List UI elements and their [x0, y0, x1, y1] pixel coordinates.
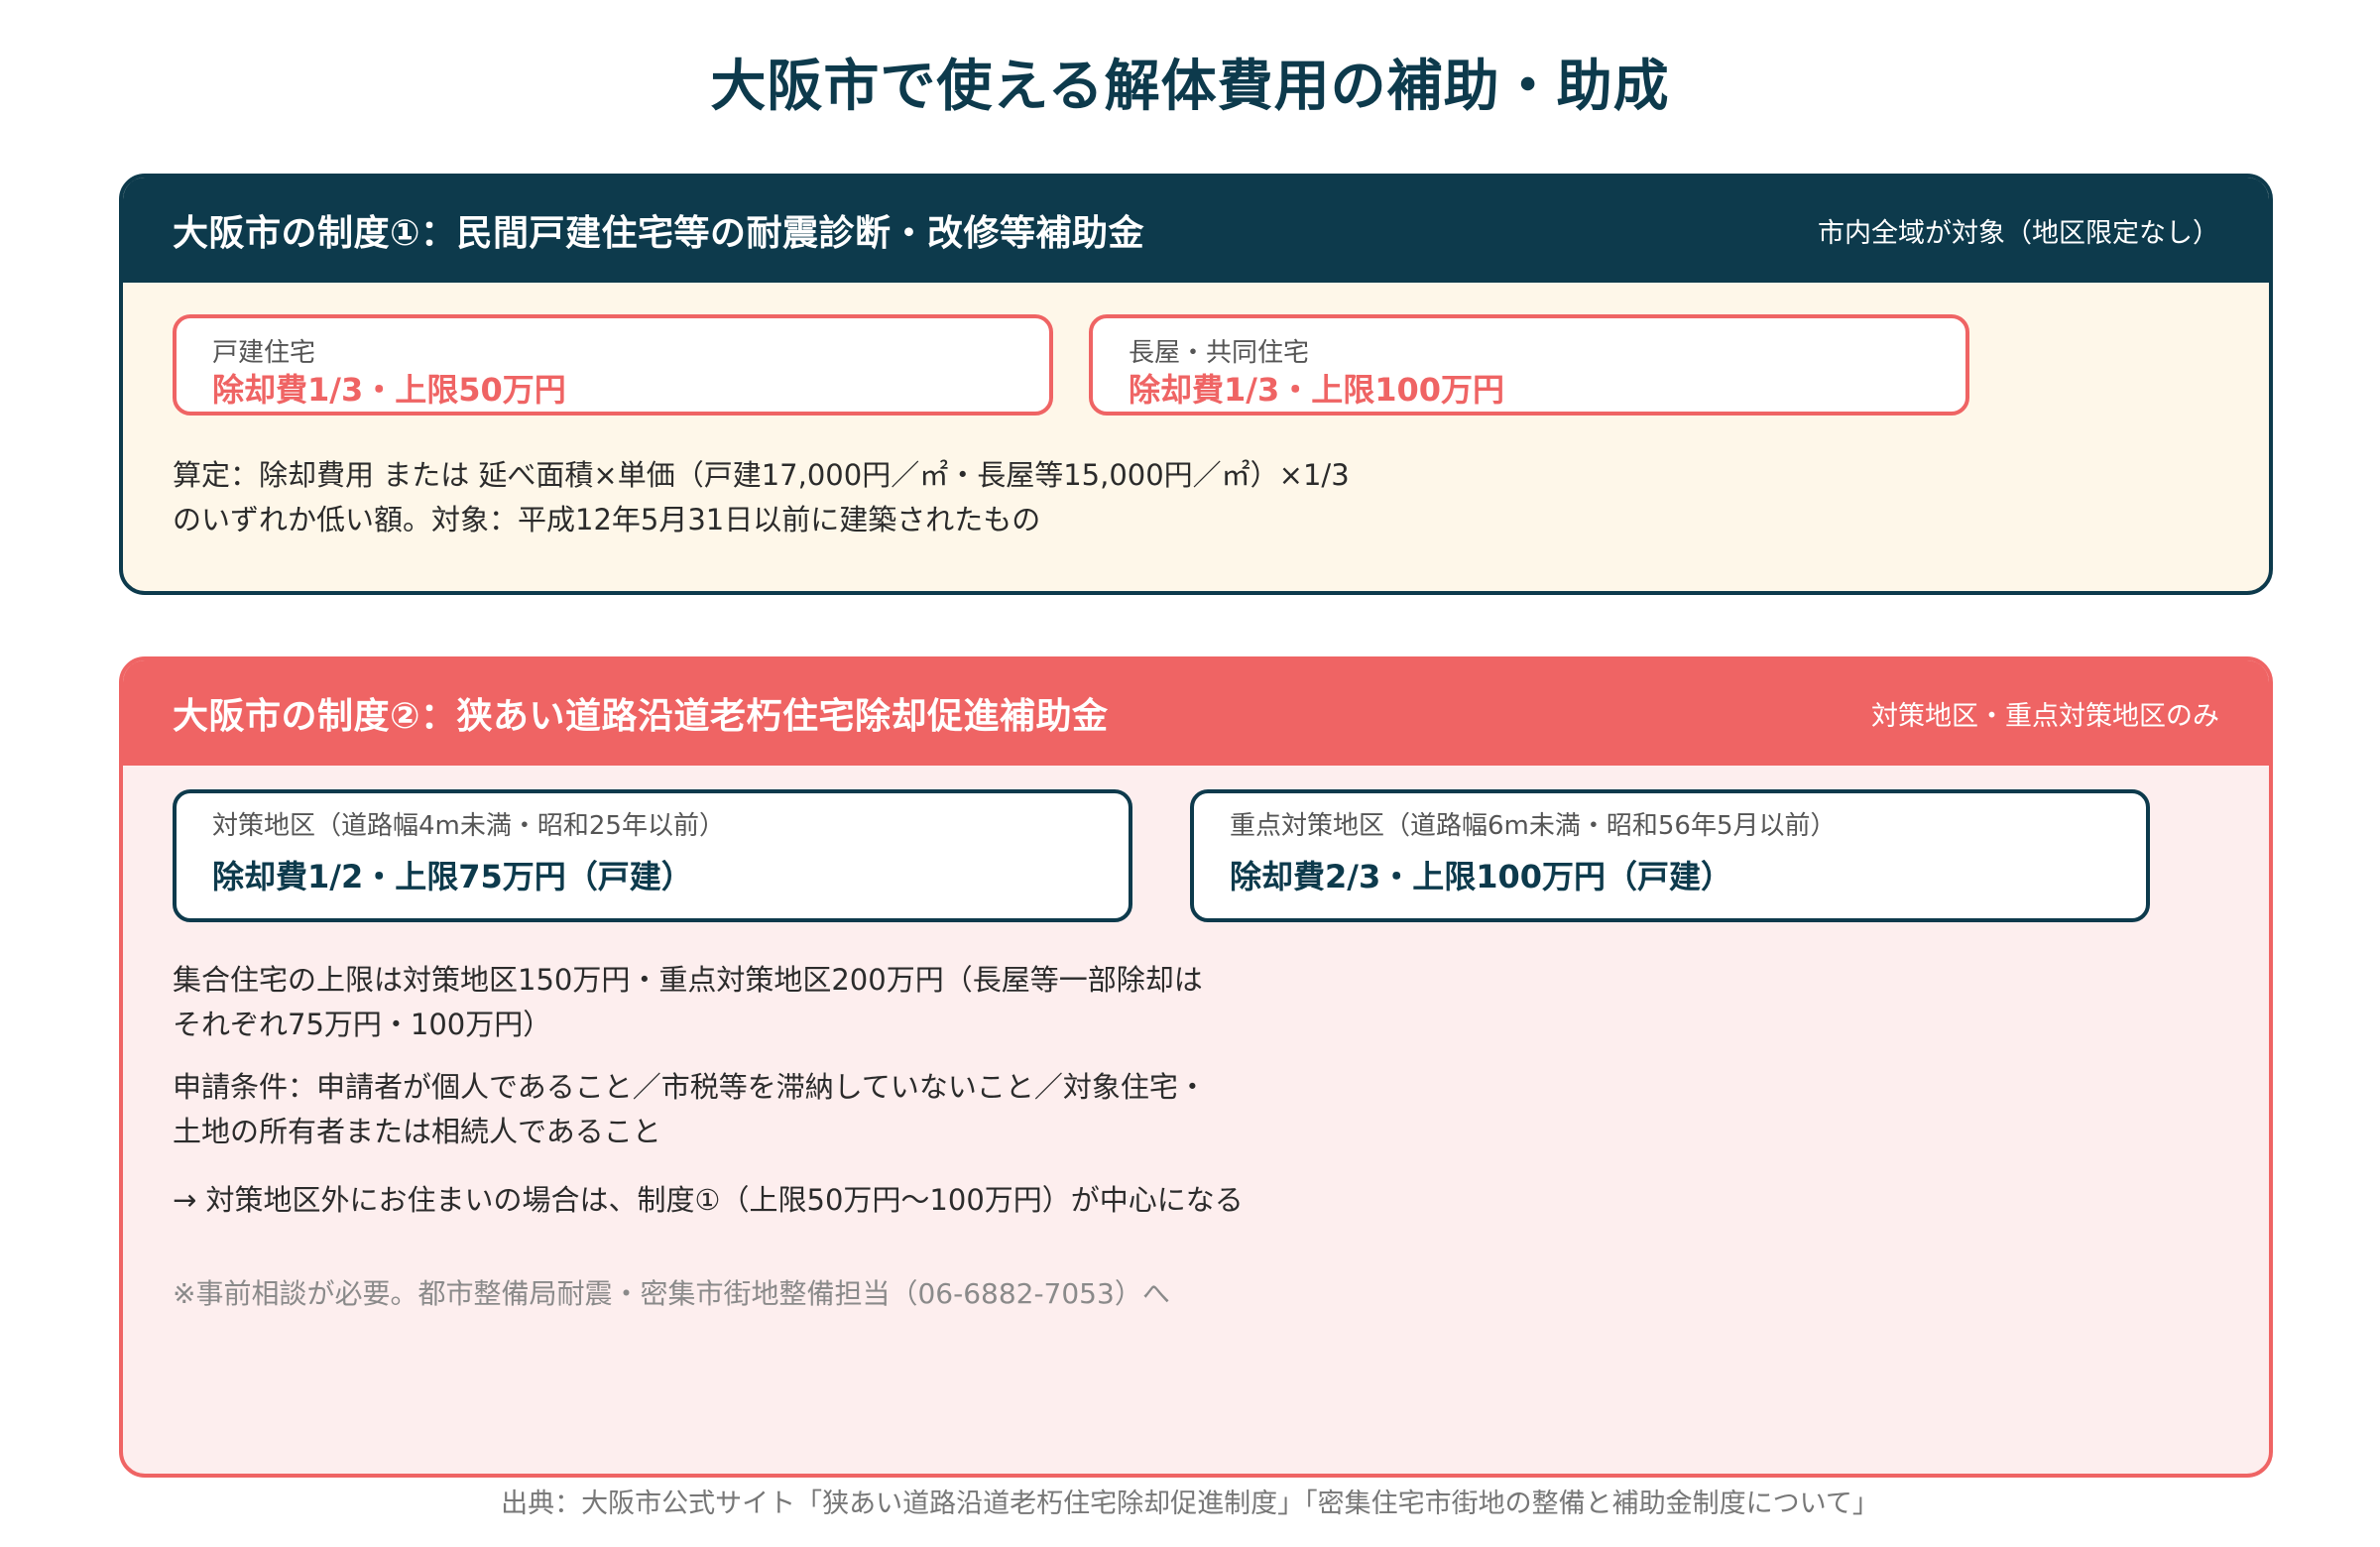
- calc-line-2: のいずれか低い額。対象：平成12年5月31日以前に建築されたもの: [173, 503, 1041, 536]
- limit-line-2: それぞれ75万円・100万円）: [173, 1008, 552, 1041]
- prior-consultation-note: ※事前相談が必要。都市整備局耐震・密集市街地整備担当（06-6882-7053）…: [173, 1277, 1170, 1310]
- system-1-calc-text: 算定：除却費用 または 延べ面積×単価（戸建17,000円／㎡・長屋等15,00…: [173, 453, 1350, 542]
- application-conditions-text: 申請条件：申請者が個人であること／市税等を滞納していないこと／対象住宅・ 土地の…: [173, 1065, 1207, 1154]
- page-title: 大阪市で使える解体費用の補助・助成: [710, 55, 1670, 119]
- row-house-subsidy: 除却費1/3・上限100万円: [1129, 371, 1505, 409]
- calc-line-1: 算定：除却費用 または 延べ面積×単価（戸建17,000円／㎡・長屋等15,00…: [173, 458, 1350, 492]
- priority-district-label: 重点対策地区（道路幅6m未満・昭和56年5月以前）: [1230, 811, 1837, 841]
- system-2-card: 大阪市の制度②：狭あい道路沿道老朽住宅除却促進補助金 対策地区・重点対策地区のみ…: [119, 656, 2273, 1478]
- countermeasure-district-box: 対策地区（道路幅4m未満・昭和25年以前） 除却費1/2・上限75万円（戸建）: [173, 789, 1132, 922]
- conditions-line-1: 申請条件：申請者が個人であること／市税等を滞納していないこと／対象住宅・: [173, 1070, 1207, 1104]
- system-2-scope-tag: 対策地区・重点対策地区のみ: [1871, 700, 2219, 732]
- priority-district-box: 重点対策地区（道路幅6m未満・昭和56年5月以前） 除却費2/3・上限100万円…: [1190, 789, 2150, 922]
- row-house-box: 長屋・共同住宅 除却費1/3・上限100万円: [1089, 314, 1969, 416]
- system-1-scope-tag: 市内全域が対象（地区限定なし）: [1818, 217, 2219, 249]
- collective-housing-limit-text: 集合住宅の上限は対策地区150万円・重点対策地区200万円（長屋等一部除却は そ…: [173, 958, 1203, 1047]
- conditions-line-2: 土地の所有者または相続人であること: [173, 1115, 661, 1148]
- system-2-title: 大阪市の制度②：狭あい道路沿道老朽住宅除却促進補助金: [173, 696, 1109, 737]
- source-citation: 出典：大阪市公式サイト「狭あい道路沿道老朽住宅除却促進制度」「密集住宅市街地の整…: [501, 1488, 1879, 1519]
- system-1-card: 大阪市の制度①：民間戸建住宅等の耐震診断・改修等補助金 市内全域が対象（地区限定…: [119, 174, 2273, 595]
- detached-house-box: 戸建住宅 除却費1/3・上限50万円: [173, 314, 1053, 416]
- system-2-header: 大阪市の制度②：狭あい道路沿道老朽住宅除却促進補助金 対策地区・重点対策地区のみ: [123, 660, 2269, 766]
- system-1-title: 大阪市の制度①：民間戸建住宅等の耐震診断・改修等補助金: [173, 213, 1144, 254]
- limit-line-1: 集合住宅の上限は対策地区150万円・重点対策地区200万円（長屋等一部除却は: [173, 963, 1203, 997]
- detached-house-label: 戸建住宅: [212, 338, 316, 368]
- countermeasure-district-label: 対策地区（道路幅4m未満・昭和25年以前）: [212, 811, 725, 841]
- detached-house-subsidy: 除却費1/3・上限50万円: [212, 371, 566, 409]
- row-house-label: 長屋・共同住宅: [1129, 338, 1310, 368]
- countermeasure-district-subsidy: 除却費1/2・上限75万円（戸建）: [212, 858, 693, 895]
- priority-district-subsidy: 除却費2/3・上限100万円（戸建）: [1230, 858, 1733, 895]
- system-1-header: 大阪市の制度①：民間戸建住宅等の耐震診断・改修等補助金 市内全域が対象（地区限定…: [123, 178, 2269, 283]
- outside-district-note: → 対策地区外にお住まいの場合は、制度①（上限50万円〜100万円）が中心になる: [173, 1183, 1244, 1217]
